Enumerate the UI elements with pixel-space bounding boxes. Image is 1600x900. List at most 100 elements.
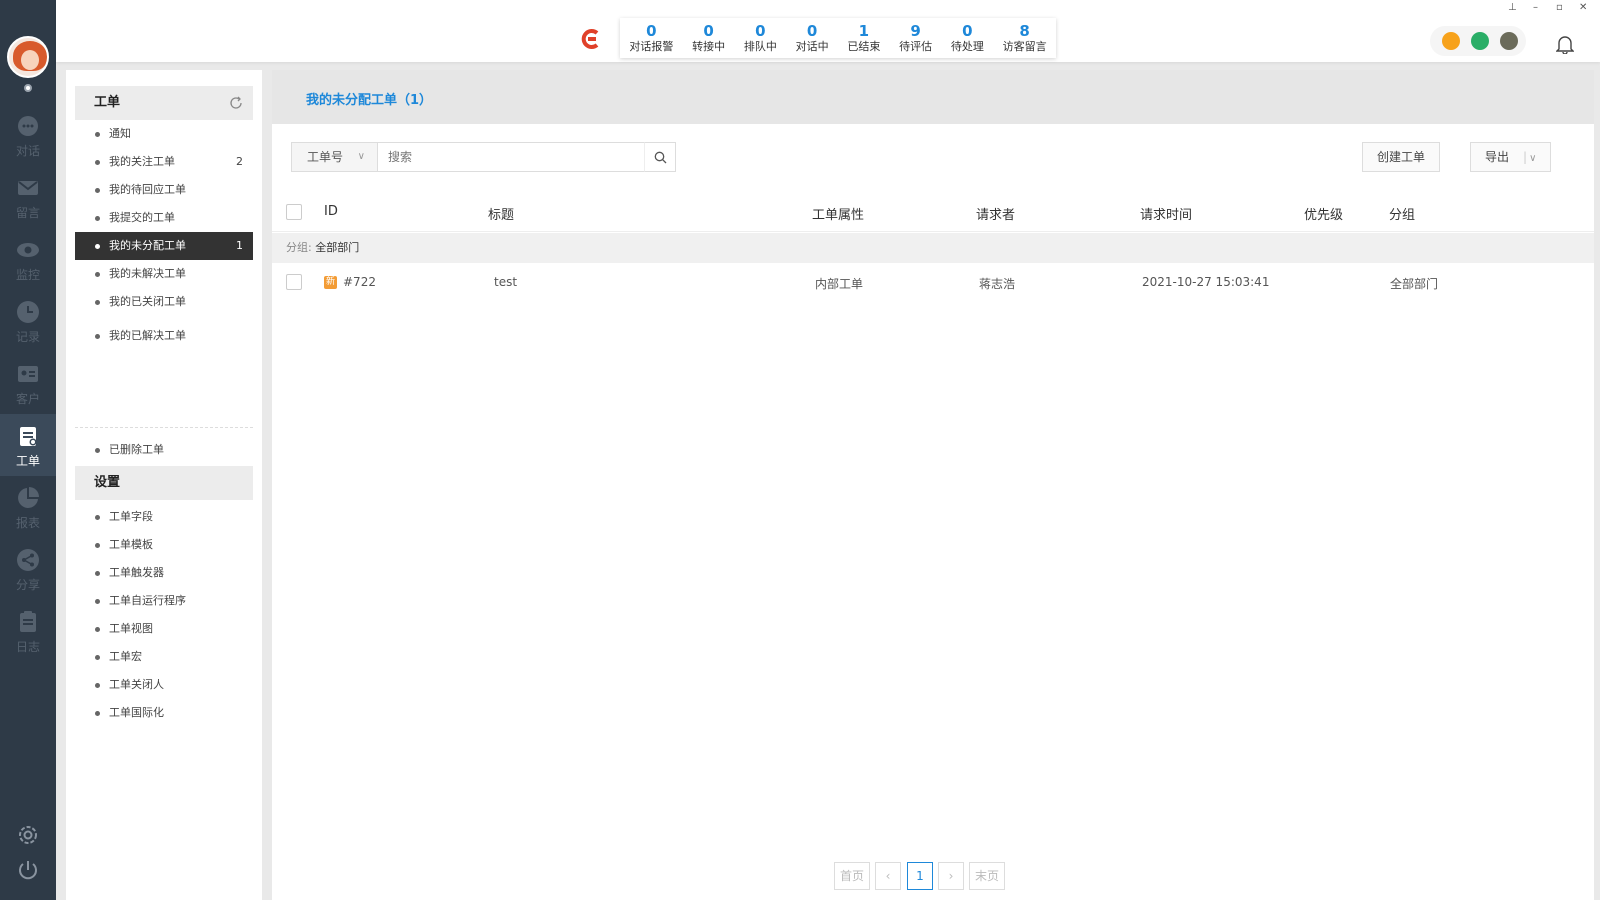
brand-logo-icon — [581, 29, 599, 49]
stat-value: 0 — [703, 21, 714, 40]
rail-label: 留言 — [15, 206, 40, 220]
filter-field-select[interactable]: 工单号 ∨ — [291, 142, 377, 172]
stat-alert[interactable]: 0 对话报警 — [629, 23, 673, 54]
stat-value: 0 — [962, 21, 973, 40]
sidebar-item-label: 我的未分配工单 — [109, 239, 186, 252]
stat-visitor-messages[interactable]: 8 访客留言 — [1003, 23, 1047, 54]
sidebar-item-unassigned[interactable]: 我的未分配工单 1 — [75, 232, 253, 260]
column-header-attribute[interactable]: 工单属性 — [812, 204, 864, 223]
stat-value: 0 — [806, 21, 818, 40]
column-header-priority[interactable]: 优先级 — [1304, 204, 1343, 223]
ticket-requester: 蒋志浩 — [979, 277, 1016, 291]
pager-next-icon[interactable]: › — [938, 862, 964, 890]
stat-label: 待评估 — [899, 39, 933, 53]
ticket-title[interactable]: test — [494, 275, 517, 289]
row-checkbox[interactable] — [286, 274, 302, 290]
rail-item-history[interactable]: 记录 — [0, 290, 56, 352]
minimize-button[interactable]: – — [1533, 2, 1538, 13]
contact-card-icon — [18, 366, 38, 382]
sidebar-item-submitted[interactable]: 我提交的工单 — [75, 204, 253, 232]
online-status-dot[interactable] — [24, 84, 32, 92]
pager-current-page[interactable]: 1 — [907, 862, 933, 890]
column-header-group[interactable]: 分组 — [1389, 204, 1415, 223]
rail-item-messages[interactable]: 留言 — [0, 166, 56, 228]
search-input[interactable] — [377, 142, 649, 172]
sidebar-item-resolved[interactable]: 我的已解决工单 — [75, 322, 253, 350]
rail-item-chat[interactable]: 对话 — [0, 104, 56, 166]
top-bar: 0 对话报警 0 转接中 0 排队中 0 对话中 1 已结束 9 待评估 0 待处理 8 访客留… — [56, 0, 1600, 62]
sidebar-item-label: 我的已解决工单 — [109, 329, 186, 342]
rail-item-share[interactable]: 分享 — [0, 538, 56, 600]
column-header-title[interactable]: 标题 — [488, 204, 514, 223]
stat-pending[interactable]: 0 待处理 — [951, 23, 984, 54]
rail-item-logs[interactable]: 日志 — [0, 600, 56, 662]
table-row[interactable]: 新 #722 test 内部工单 蒋志浩 2021-10-27 15:03:41… — [272, 263, 1594, 301]
sidebar-item-followed[interactable]: 我的关注工单 2 — [75, 148, 253, 176]
sidebar-item-ticket-fields[interactable]: 工单字段 — [75, 503, 253, 531]
sidebar-item-deleted[interactable]: 已删除工单 — [75, 436, 253, 464]
bell-icon[interactable] — [1556, 34, 1574, 54]
restore-button[interactable]: ▫ — [1556, 2, 1563, 13]
rail-label: 记录 — [15, 330, 40, 344]
web-chat-icon[interactable] — [1442, 32, 1460, 50]
settings-section-header: 设置 — [75, 466, 253, 500]
sidebar-item-label: 工单国际化 — [109, 706, 164, 719]
stat-ended[interactable]: 1 已结束 — [847, 23, 880, 54]
sidebar-item-notifications[interactable]: 通知 — [75, 120, 253, 148]
stat-label: 转接中 — [692, 39, 726, 53]
stat-value: 0 — [755, 21, 766, 40]
rail-label: 客户 — [15, 392, 40, 406]
rail-item-customers[interactable]: 客户 — [0, 352, 56, 414]
sidebar-item-label: 工单视图 — [109, 622, 153, 635]
sidebar-item-label: 工单关闭人 — [109, 678, 164, 691]
ticket-id[interactable]: #722 — [343, 275, 376, 289]
chevron-down-icon: ∨ — [1529, 153, 1537, 164]
power-icon[interactable] — [16, 858, 40, 882]
rail-label: 监控 — [15, 268, 40, 282]
ticket-section-title: 工单 — [94, 95, 121, 110]
column-header-request-time[interactable]: 请求时间 — [1140, 204, 1192, 223]
stat-transferring[interactable]: 0 转接中 — [692, 23, 725, 54]
column-header-id[interactable]: ID — [324, 204, 338, 219]
stat-label: 对话中 — [795, 39, 829, 53]
agent-avatar[interactable] — [7, 36, 49, 78]
search-button[interactable] — [644, 142, 676, 172]
rail-item-tickets[interactable]: 工单 — [0, 414, 56, 476]
sidebar-item-ticket-closers[interactable]: 工单关闭人 — [75, 671, 253, 699]
settings-gear-icon[interactable] — [16, 823, 40, 847]
export-button[interactable]: 导出 | ∨ — [1470, 142, 1552, 172]
sidebar-item-ticket-views[interactable]: 工单视图 — [75, 615, 253, 643]
sidebar-item-ticket-templates[interactable]: 工单模板 — [75, 531, 253, 559]
sidebar-item-ticket-triggers[interactable]: 工单触发器 — [75, 559, 253, 587]
wechat-icon[interactable] — [1471, 32, 1489, 50]
sidebar-item-unresolved[interactable]: 我的未解决工单 — [75, 260, 253, 288]
sidebar-item-closed[interactable]: 我的已关闭工单 — [75, 288, 253, 316]
pager-prev-icon[interactable]: ‹ — [875, 862, 901, 890]
pager-first-button[interactable]: 首页 — [834, 862, 870, 890]
column-header-requester[interactable]: 请求者 — [976, 204, 1015, 223]
rail-label: 报表 — [15, 516, 40, 530]
group-value: 全部部门 — [315, 241, 360, 254]
stat-in-conversation[interactable]: 0 对话中 — [796, 23, 829, 54]
chevron-down-icon: ∨ — [357, 151, 365, 162]
stat-to-evaluate[interactable]: 9 待评估 — [899, 23, 932, 54]
close-button[interactable]: ✕ — [1579, 2, 1587, 13]
pin-window-icon[interactable]: ⊥ — [1508, 2, 1517, 13]
stat-queueing[interactable]: 0 排队中 — [744, 23, 777, 54]
left-rail: 对话 留言 监控 记录 客户 工单 报表 分享 日志 — [0, 0, 56, 900]
stat-value: 8 — [1019, 21, 1030, 40]
pager-last-button[interactable]: 末页 — [969, 862, 1005, 890]
rail-item-reports[interactable]: 报表 — [0, 476, 56, 538]
ticket-request-time: 2021-10-27 15:03:41 — [1142, 275, 1270, 289]
sidebar-item-awaiting-reply[interactable]: 我的待回应工单 — [75, 176, 253, 204]
main-header: 我的未分配工单（1） — [272, 70, 1594, 124]
sidebar-item-ticket-automations[interactable]: 工单自运行程序 — [75, 587, 253, 615]
sidebar-item-ticket-macros[interactable]: 工单宏 — [75, 643, 253, 671]
user-avatar-icon[interactable] — [1500, 32, 1518, 50]
select-all-checkbox[interactable] — [286, 204, 302, 220]
create-ticket-button[interactable]: 创建工单 — [1362, 142, 1441, 172]
sidebar-item-ticket-i18n[interactable]: 工单国际化 — [75, 699, 253, 727]
export-label: 导出 — [1485, 150, 1510, 164]
refresh-icon[interactable] — [229, 96, 243, 110]
rail-item-monitor[interactable]: 监控 — [0, 228, 56, 290]
